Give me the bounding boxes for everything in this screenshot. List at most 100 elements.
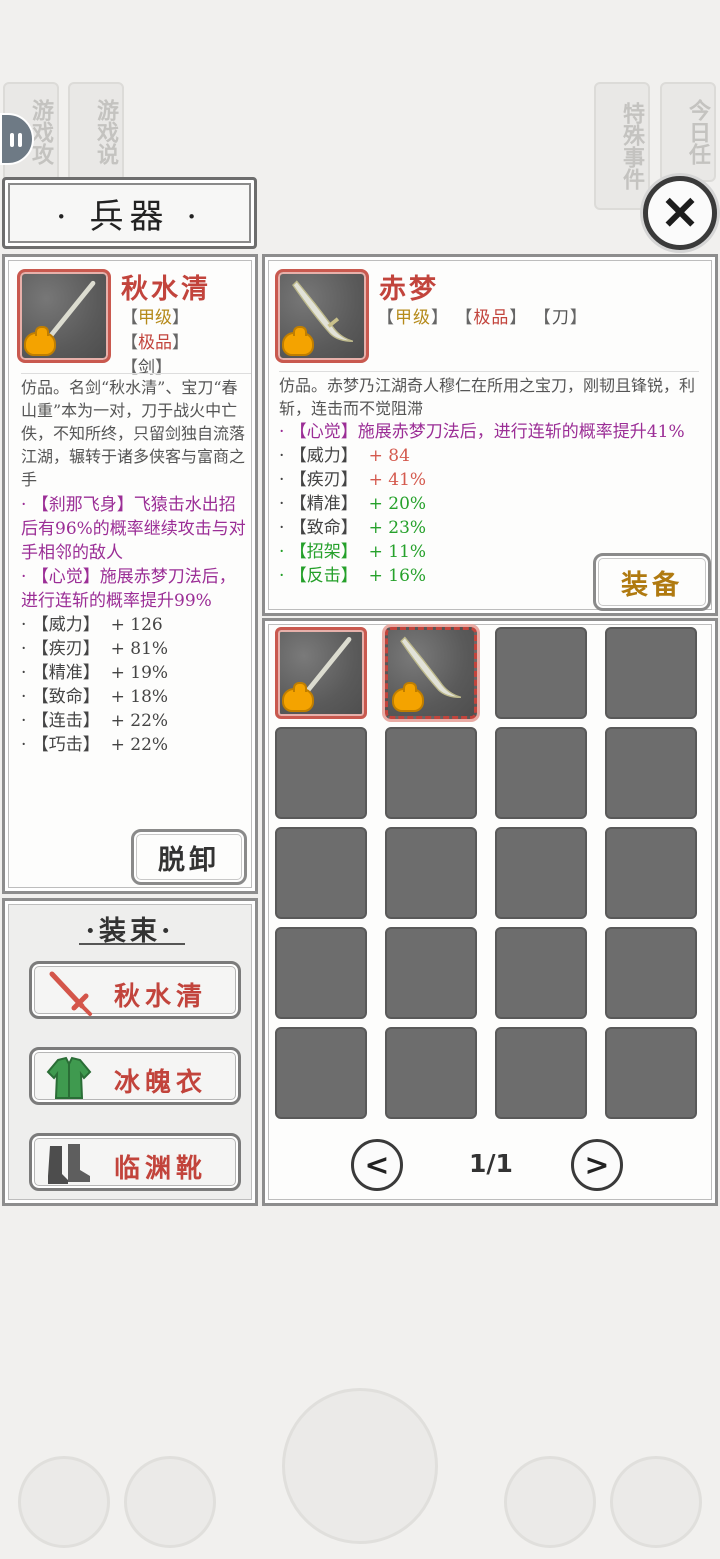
inventory-slot-empty[interactable] <box>605 627 697 719</box>
inventory-slot-empty[interactable] <box>385 727 477 819</box>
equipped-skill-1: · 【刹那飞身】飞猿击水出招后有96%的概率继续攻击与对手相邻的敌人 <box>21 495 246 563</box>
bag-icon <box>392 682 424 712</box>
outfit-weapon-button[interactable]: 秋水清 <box>29 961 241 1019</box>
selected-weapon-description: 仿品。赤梦乃江湖奇人穆仁在所用之宝刀，刚韧且锋锐，利斩，连击而不觉阻滞 <box>279 376 696 418</box>
equipped-stat-row: · 【精准】 + 19% <box>21 661 251 685</box>
inventory-slot-empty[interactable] <box>275 827 367 919</box>
stat-value: + 16% <box>368 566 427 586</box>
stat-label: · 【致命】 <box>279 518 358 538</box>
selected-tag-quality: 极品 <box>473 308 510 328</box>
weapon-header: · 兵器 · <box>2 177 257 249</box>
inventory-slot-empty[interactable] <box>605 927 697 1019</box>
equipped-weapon-description: 仿品。名剑“秋水清”、宝刀“春山重”本为一对，刀于战火中亡佚，不知所终，只留剑独… <box>21 378 246 489</box>
equipped-stat-row: · 【致命】 + 18% <box>21 685 251 709</box>
page-indicator: 1/1 <box>469 1149 513 1178</box>
equipped-stat-row: · 【巧击】 + 22% <box>21 733 251 757</box>
equipped-stat-row: · 【疾刃】 + 81% <box>21 637 251 661</box>
equip-button-label: 装备 <box>621 569 683 601</box>
outfit-clothes-label: 冰魄衣 <box>114 1068 208 1098</box>
outfit-weapon-label: 秋水清 <box>114 982 208 1012</box>
stat-value: + 22% <box>110 711 169 731</box>
next-page-button[interactable]: > <box>571 1139 623 1191</box>
inventory-slot-empty[interactable] <box>495 927 587 1019</box>
tag-quality: 【极品】 <box>121 333 189 353</box>
selected-tag-grade: 甲级 <box>395 308 431 328</box>
chevron-left-icon: < <box>364 1147 390 1183</box>
outfit-clothes-button[interactable]: 冰魄衣 <box>29 1047 241 1105</box>
equipped-weapon-name: 秋水清 <box>121 274 211 305</box>
equip-button[interactable]: 装备 <box>593 553 711 611</box>
bag-icon <box>24 326 56 356</box>
selected-stat-row: · 【致命】 + 23% <box>279 516 699 540</box>
stat-value: + 19% <box>110 663 169 683</box>
selected-skill: · 【心觉】施展赤梦刀法后，进行连斩的概率提升41% <box>279 422 685 442</box>
inventory-slot-empty[interactable] <box>495 1027 587 1119</box>
unequip-button[interactable]: 脱卸 <box>131 829 247 885</box>
inventory-slot-qiushuiqing[interactable] <box>275 627 367 719</box>
inventory-slot-empty[interactable] <box>605 827 697 919</box>
equipped-weapon-details[interactable]: 仿品。名剑“秋水清”、宝刀“春山重”本为一对，刀于战火中亡佚，不知所终，只留剑独… <box>21 373 251 831</box>
tag-quality-text: 极品 <box>138 333 172 353</box>
stat-value: + 11% <box>368 542 427 562</box>
stat-label: · 【致命】 <box>21 687 100 707</box>
equipped-weapon-tags: 【甲级】 【极品】 【剑】 <box>121 303 189 378</box>
stat-label: · 【巧击】 <box>21 735 100 755</box>
stat-label: · 【招架】 <box>279 542 358 562</box>
bg-bottom-battle-icon <box>282 1388 438 1544</box>
bag-icon <box>282 682 314 712</box>
inventory-slot-empty[interactable] <box>385 927 477 1019</box>
stat-label: · 【威力】 <box>279 446 358 466</box>
tag-grade-text: 甲级 <box>138 308 172 328</box>
inventory-slot-empty[interactable] <box>385 827 477 919</box>
stat-value: + 81% <box>110 639 169 659</box>
chevron-right-icon: > <box>584 1147 610 1183</box>
stat-label: · 【精准】 <box>21 663 100 683</box>
equipped-stats: · 【威力】 + 126 · 【疾刃】 + 81% · 【精准】 + 19% ·… <box>21 613 251 757</box>
stat-label: · 【疾刃】 <box>21 639 100 659</box>
inventory-slot-empty[interactable] <box>605 727 697 819</box>
inventory-slot-empty[interactable] <box>385 1027 477 1119</box>
inventory-slot-empty[interactable] <box>495 827 587 919</box>
stat-label: · 【疾刃】 <box>279 470 358 490</box>
inventory-slot-chimeng[interactable] <box>385 627 477 719</box>
selected-weapon-panel: 赤梦 【甲级】 【极品】 【刀】 仿品。赤梦乃江湖奇人穆仁在所用之宝刀，刚韧且锋… <box>262 254 718 616</box>
stat-value: + 126 <box>110 615 163 635</box>
weapon-header-title: · 兵器 · <box>55 196 204 237</box>
inventory-slot-empty[interactable] <box>275 727 367 819</box>
outfit-panel: ·装束· 秋水清 冰魄衣 临渊靴 <box>2 898 258 1206</box>
stat-value: + 18% <box>110 687 169 707</box>
inventory-slot-empty[interactable] <box>275 927 367 1019</box>
bg-tab-daily-task: 今日任 <box>660 82 716 182</box>
equipped-stat-row: · 【连击】 + 22% <box>21 709 251 733</box>
bg-tab-game-help: 游戏说 <box>68 82 124 182</box>
bg-bottom-character-icon <box>504 1456 596 1548</box>
stat-value: + 20% <box>368 494 427 514</box>
stat-label: · 【反击】 <box>279 566 358 586</box>
stat-label: · 【威力】 <box>21 615 100 635</box>
bg-bottom-coin-icon <box>124 1456 216 1548</box>
boots-icon <box>48 1144 90 1184</box>
bg-bottom-bag-icon <box>18 1456 110 1548</box>
selected-stat-row: · 【威力】 + 84 <box>279 444 699 468</box>
selected-weapon-tags: 【甲级】 【极品】 【刀】 <box>377 308 588 328</box>
stat-value: + 22% <box>110 735 169 755</box>
inventory-panel: < 1/1 > <box>262 618 718 1206</box>
robe-icon <box>46 1056 92 1099</box>
outfit-title-underline <box>79 943 185 945</box>
inventory-slot-empty[interactable] <box>275 1027 367 1119</box>
close-button[interactable]: ✕ <box>643 176 717 250</box>
stat-value: + 84 <box>368 446 410 466</box>
inventory-slot-empty[interactable] <box>495 727 587 819</box>
inventory-slot-empty[interactable] <box>495 627 587 719</box>
equipped-weapon-panel: 秋水清 【甲级】 【极品】 【剑】 仿品。名剑“秋水清”、宝刀“春山重”本为一对… <box>2 254 258 894</box>
selected-tag-type: 刀 <box>551 308 570 328</box>
selected-stat-row: · 【精准】 + 20% <box>279 492 699 516</box>
equipped-skill-2: · 【心觉】施展赤梦刀法后，进行连斩的概率提升99% <box>21 567 236 611</box>
selected-weapon-name: 赤梦 <box>379 274 439 305</box>
outfit-boots-button[interactable]: 临渊靴 <box>29 1133 241 1191</box>
prev-page-button[interactable]: < <box>351 1139 403 1191</box>
bg-tab-special-event: 特殊事件 <box>594 82 650 210</box>
tag-grade: 【甲级】 <box>121 308 189 328</box>
inventory-slot-empty[interactable] <box>605 1027 697 1119</box>
selected-weapon-image <box>275 269 369 363</box>
